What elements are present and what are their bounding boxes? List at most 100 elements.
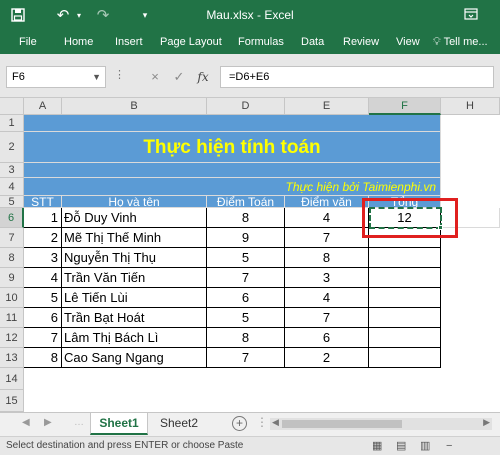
cell-stt[interactable]: 1 xyxy=(24,208,62,228)
header-literature[interactable]: Điểm văn xyxy=(285,196,369,208)
cell-literature[interactable]: 7 xyxy=(285,308,369,328)
cell-math[interactable]: 9 xyxy=(207,228,285,248)
header-stt[interactable]: STT xyxy=(24,196,62,208)
cell-stt[interactable]: 2 xyxy=(24,228,62,248)
column-header-a[interactable]: A xyxy=(24,98,62,115)
row-header-9[interactable]: 9 xyxy=(0,268,24,288)
cell-literature[interactable]: 7 xyxy=(285,228,369,248)
cancel-icon[interactable]: × xyxy=(146,66,164,88)
banner-row-3[interactable] xyxy=(24,163,441,178)
cell-total[interactable] xyxy=(369,288,441,308)
sheet-scroll-right-icon[interactable]: ▶ xyxy=(44,417,52,428)
tab-review[interactable]: Review xyxy=(343,30,379,54)
cell-total[interactable] xyxy=(369,248,441,268)
row-header-7[interactable]: 7 xyxy=(0,228,24,248)
tab-data[interactable]: Data xyxy=(301,30,324,54)
column-header-b[interactable]: B xyxy=(62,98,207,115)
cell-name[interactable]: Đỗ Duy Vinh xyxy=(62,208,207,228)
cell-stt[interactable]: 8 xyxy=(24,348,62,368)
banner-row-1[interactable] xyxy=(24,115,441,132)
row-header-10[interactable]: 10 xyxy=(0,288,24,308)
cell-stt[interactable]: 5 xyxy=(24,288,62,308)
header-math[interactable]: Điểm Toán xyxy=(207,196,285,208)
cell-math[interactable]: 8 xyxy=(207,208,285,228)
enter-icon[interactable]: ✓ xyxy=(170,66,188,88)
row-header-2[interactable]: 2 xyxy=(0,132,24,163)
column-header-f[interactable]: F xyxy=(369,98,441,115)
fill-handle[interactable] xyxy=(438,225,443,230)
cell-name[interactable]: Trần Bạt Hoát xyxy=(62,308,207,328)
name-box[interactable]: F6 ▼ xyxy=(6,66,106,88)
tell-me-search[interactable]: 💡︎ Tell me... xyxy=(433,30,488,54)
cell-literature[interactable]: 8 xyxy=(285,248,369,268)
cell-stt[interactable]: 6 xyxy=(24,308,62,328)
cell-math[interactable]: 8 xyxy=(207,328,285,348)
cell-math[interactable]: 5 xyxy=(207,308,285,328)
row-header-15[interactable]: 15 xyxy=(0,390,24,412)
cell-literature[interactable]: 3 xyxy=(285,268,369,288)
banner-byline[interactable]: Thực hiện bởi Taimienphi.vn xyxy=(24,178,441,196)
row-header-6[interactable]: 6 xyxy=(0,208,24,228)
cell-math[interactable]: 7 xyxy=(207,348,285,368)
cell-total[interactable] xyxy=(369,328,441,348)
sheet-tab-sheet2[interactable]: Sheet2 xyxy=(150,413,208,435)
sheet-tab-sheet1[interactable]: Sheet1 xyxy=(90,413,148,435)
cell-name[interactable]: Cao Sang Ngang xyxy=(62,348,207,368)
cell-total[interactable] xyxy=(369,308,441,328)
add-sheet-icon[interactable]: + xyxy=(232,416,247,431)
row-header-14[interactable]: 14 xyxy=(0,368,24,390)
row-header-5[interactable]: 5 xyxy=(0,196,24,208)
tab-view[interactable]: View xyxy=(396,30,420,54)
column-header-e[interactable]: E xyxy=(285,98,369,115)
row-header-1[interactable]: 1 xyxy=(0,115,24,132)
page-layout-view-icon[interactable]: ▤ xyxy=(396,437,406,455)
cell-name[interactable]: Nguyễn Thị Thụ xyxy=(62,248,207,268)
cell-total-selected[interactable]: 12 xyxy=(369,208,441,228)
row-header-13[interactable]: 13 xyxy=(0,348,24,368)
cell-name[interactable]: Lê Tiến Lùi xyxy=(62,288,207,308)
sheet-scroll-left-icon[interactable]: ◀ xyxy=(22,417,30,428)
tab-file[interactable]: File xyxy=(19,30,37,54)
sheet-more-icon[interactable]: … xyxy=(74,417,84,428)
cell-total[interactable] xyxy=(369,268,441,288)
cell-stt[interactable]: 7 xyxy=(24,328,62,348)
cell-name[interactable]: Trần Văn Tiến xyxy=(62,268,207,288)
column-header-d[interactable]: D xyxy=(207,98,285,115)
horizontal-scrollbar[interactable]: ◀ ▶ xyxy=(270,417,492,430)
header-total[interactable]: Tổng xyxy=(369,196,441,208)
cell-literature[interactable]: 4 xyxy=(285,208,369,228)
tab-formulas[interactable]: Formulas xyxy=(238,30,284,54)
cell-math[interactable]: 5 xyxy=(207,248,285,268)
cell-literature[interactable]: 2 xyxy=(285,348,369,368)
normal-view-icon[interactable]: ▦ xyxy=(372,437,382,455)
row-header-3[interactable]: 3 xyxy=(0,163,24,178)
row-header-8[interactable]: 8 xyxy=(0,248,24,268)
select-all-corner[interactable] xyxy=(0,98,24,115)
zoom-out-icon[interactable]: − xyxy=(446,437,452,455)
cell-literature[interactable]: 6 xyxy=(285,328,369,348)
ribbon-display-options-icon[interactable] xyxy=(464,0,478,30)
insert-function-icon[interactable]: fx xyxy=(194,66,212,88)
tab-split-grip-icon[interactable]: ⋮ xyxy=(256,415,268,429)
cell-empty[interactable] xyxy=(441,208,500,228)
chevron-down-icon[interactable]: ▼ xyxy=(92,67,101,87)
scroll-right-icon[interactable]: ▶ xyxy=(483,417,490,428)
cell-math[interactable]: 7 xyxy=(207,268,285,288)
cell-total[interactable] xyxy=(369,228,441,248)
column-header-h[interactable]: H xyxy=(441,98,500,115)
tab-home[interactable]: Home xyxy=(64,30,93,54)
tab-page-layout[interactable]: Page Layout xyxy=(160,30,222,54)
cell-name[interactable]: Lâm Thị Bách Lì xyxy=(62,328,207,348)
row-header-11[interactable]: 11 xyxy=(0,308,24,328)
formula-input[interactable]: =D6+E6 xyxy=(220,66,494,88)
scroll-left-icon[interactable]: ◀ xyxy=(272,417,279,428)
cell-total[interactable] xyxy=(369,348,441,368)
scrollbar-thumb[interactable] xyxy=(282,420,402,428)
cell-literature[interactable]: 4 xyxy=(285,288,369,308)
page-break-view-icon[interactable]: ▥ xyxy=(420,437,430,455)
cell-math[interactable]: 6 xyxy=(207,288,285,308)
cell-stt[interactable]: 3 xyxy=(24,248,62,268)
cell-name[interactable]: Mẽ Thị Thế Minh xyxy=(62,228,207,248)
row-header-12[interactable]: 12 xyxy=(0,328,24,348)
header-name[interactable]: Họ và tên xyxy=(62,196,207,208)
